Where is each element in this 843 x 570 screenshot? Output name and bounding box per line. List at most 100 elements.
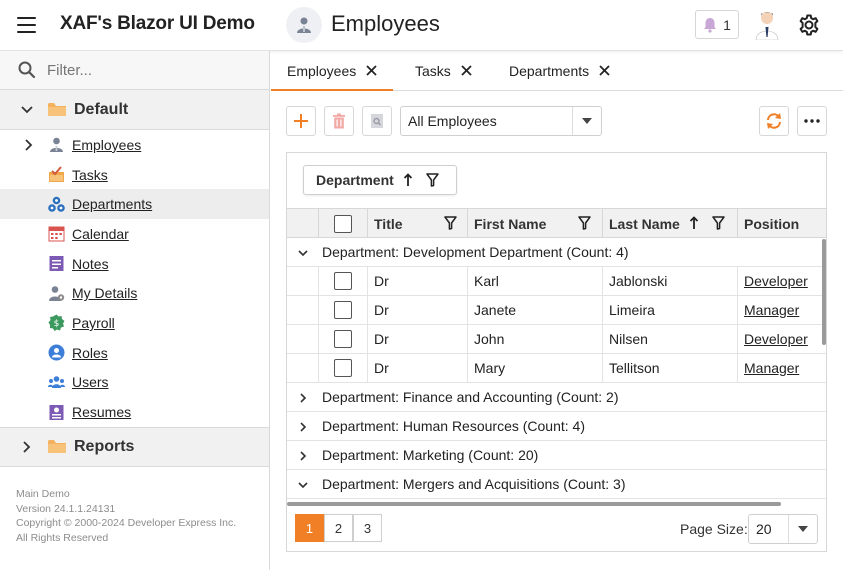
- close-icon[interactable]: [366, 65, 377, 76]
- row-indent: [287, 267, 318, 295]
- filter-icon[interactable]: [712, 216, 725, 230]
- row-checkbox[interactable]: [334, 272, 352, 290]
- close-icon[interactable]: [599, 65, 610, 76]
- close-icon[interactable]: [461, 65, 472, 76]
- sidebar-filter-input[interactable]: [47, 61, 247, 79]
- refresh-button[interactable]: [759, 106, 789, 136]
- row-checkbox[interactable]: [334, 330, 352, 348]
- column-label: Last Name: [609, 215, 680, 232]
- delete-button[interactable]: [324, 106, 354, 136]
- chevron-right-icon[interactable]: [297, 392, 309, 404]
- sidebar-item-label: Payroll: [72, 314, 115, 331]
- settings-gear-icon[interactable]: [797, 13, 821, 37]
- select-all-checkbox[interactable]: [334, 214, 352, 233]
- filter-icon[interactable]: [444, 216, 457, 230]
- filter-icon[interactable]: [578, 216, 591, 230]
- group-row[interactable]: Department: Mergers and Acquisitions (Co…: [287, 470, 826, 499]
- table-row[interactable]: Dr Karl Jablonski Developer: [287, 267, 826, 296]
- sidebar-item-label: Resumes: [72, 404, 132, 421]
- cell-last-name: Jablonski: [602, 267, 737, 295]
- sidebar-item-resumes[interactable]: Resumes: [0, 397, 269, 427]
- chevron-right-icon[interactable]: [297, 421, 309, 433]
- new-button[interactable]: [286, 106, 316, 136]
- dropdown-toggle[interactable]: [789, 526, 817, 532]
- table-row[interactable]: Dr Janete Limeira Manager: [287, 296, 826, 325]
- tab-employees[interactable]: Employees: [271, 51, 394, 91]
- cell-last-name: Limeira: [602, 296, 737, 324]
- page-button[interactable]: 1: [295, 514, 324, 542]
- tab-departments[interactable]: Departments: [491, 51, 628, 90]
- row-indent: [287, 354, 318, 382]
- notifications-button[interactable]: 1: [695, 10, 739, 39]
- row-checkbox[interactable]: [334, 359, 352, 377]
- table-row[interactable]: Dr John Nilsen Developer: [287, 325, 826, 354]
- footer-line: Main Demo: [16, 488, 70, 500]
- menu-icon[interactable]: [17, 17, 36, 33]
- vertical-scrollbar[interactable]: [822, 239, 826, 345]
- column-label: Position: [744, 215, 800, 232]
- cell-position-link[interactable]: Developer: [737, 267, 826, 295]
- row-select: [318, 325, 367, 353]
- user-avatar[interactable]: [753, 10, 781, 40]
- more-actions-button[interactable]: [797, 106, 827, 136]
- sort-ascending-icon[interactable]: [689, 216, 699, 230]
- chevron-down-icon[interactable]: [297, 479, 309, 491]
- page-button[interactable]: 3: [353, 514, 382, 542]
- view-filter-select[interactable]: All Employees: [400, 106, 602, 136]
- sidebar-item-label: Employees: [72, 136, 142, 153]
- cell-first-name: Janete: [467, 296, 602, 324]
- group-row[interactable]: Department: Finance and Accounting (Coun…: [287, 383, 826, 412]
- sidebar-footer: Main Demo Version 24.1.1.24131 Copyright…: [16, 487, 236, 546]
- sidebar-item-tasks[interactable]: Tasks: [0, 160, 269, 190]
- group-panel-department[interactable]: Department: [303, 165, 457, 195]
- cell-last-name: Nilsen: [602, 325, 737, 353]
- nav-group-label: Default: [74, 100, 129, 118]
- sidebar-item-label: Roles: [72, 344, 108, 361]
- group-row[interactable]: Department: Development Department (Coun…: [287, 238, 826, 267]
- chevron-right-icon[interactable]: [22, 138, 34, 152]
- tab-tasks[interactable]: Tasks: [397, 51, 490, 90]
- nav-list: Employees Tasks Departments Calendar Not…: [0, 130, 269, 427]
- sort-ascending-icon[interactable]: [403, 173, 413, 187]
- dropdown-toggle[interactable]: [573, 118, 601, 124]
- sidebar-item-employees[interactable]: Employees: [0, 130, 269, 160]
- page-size-select[interactable]: 20: [748, 514, 818, 544]
- column-header-last-name[interactable]: Last Name: [602, 209, 737, 238]
- table-row[interactable]: Dr Mary Tellitson Manager: [287, 354, 826, 383]
- group-row-label: Department: Human Resources (Count: 4): [322, 418, 585, 434]
- footer-line: All Rights Reserved: [16, 532, 109, 545]
- row-checkbox[interactable]: [334, 301, 352, 319]
- column-header-first-name[interactable]: First Name: [467, 209, 602, 238]
- sidebar-item-departments[interactable]: Departments: [0, 189, 269, 220]
- nav-group-default[interactable]: Default: [0, 90, 269, 130]
- notes-icon: [49, 256, 64, 272]
- nav-group-reports[interactable]: Reports: [0, 426, 269, 467]
- group-row[interactable]: Department: Marketing (Count: 20): [287, 441, 826, 470]
- sidebar-item-payroll[interactable]: $ Payroll: [0, 308, 269, 338]
- sidebar-item-label: My Details: [72, 285, 138, 302]
- cell-position-link[interactable]: Manager: [737, 296, 826, 324]
- header-spacer: [287, 209, 318, 238]
- sidebar-item-notes[interactable]: Notes: [0, 249, 269, 279]
- sidebar-item-calendar[interactable]: Calendar: [0, 219, 269, 249]
- page-button[interactable]: 2: [324, 514, 353, 542]
- show-in-report-button[interactable]: [362, 106, 392, 136]
- column-header-title[interactable]: Title: [367, 209, 467, 238]
- group-row[interactable]: Department: Human Resources (Count: 4): [287, 412, 826, 441]
- filter-icon[interactable]: [426, 173, 439, 187]
- cell-position-link[interactable]: Developer: [737, 325, 826, 353]
- sidebar-item-my-details[interactable]: My Details: [0, 278, 269, 308]
- group-row-label: Department: Finance and Accounting (Coun…: [322, 389, 619, 405]
- sidebar-item-users[interactable]: Users: [0, 368, 269, 398]
- cell-first-name: John: [467, 325, 602, 353]
- column-label: Title: [374, 215, 403, 232]
- caret-down-icon: [798, 526, 808, 532]
- cell-position-link[interactable]: Manager: [737, 354, 826, 382]
- page-size-value: 20: [756, 521, 772, 537]
- chevron-down-icon[interactable]: [297, 247, 309, 259]
- chevron-right-icon[interactable]: [297, 450, 309, 462]
- sidebar-item-roles[interactable]: Roles: [0, 338, 269, 368]
- column-header-position[interactable]: Position: [737, 209, 826, 238]
- horizontal-scrollbar[interactable]: [287, 502, 781, 506]
- svg-text:$: $: [54, 319, 60, 329]
